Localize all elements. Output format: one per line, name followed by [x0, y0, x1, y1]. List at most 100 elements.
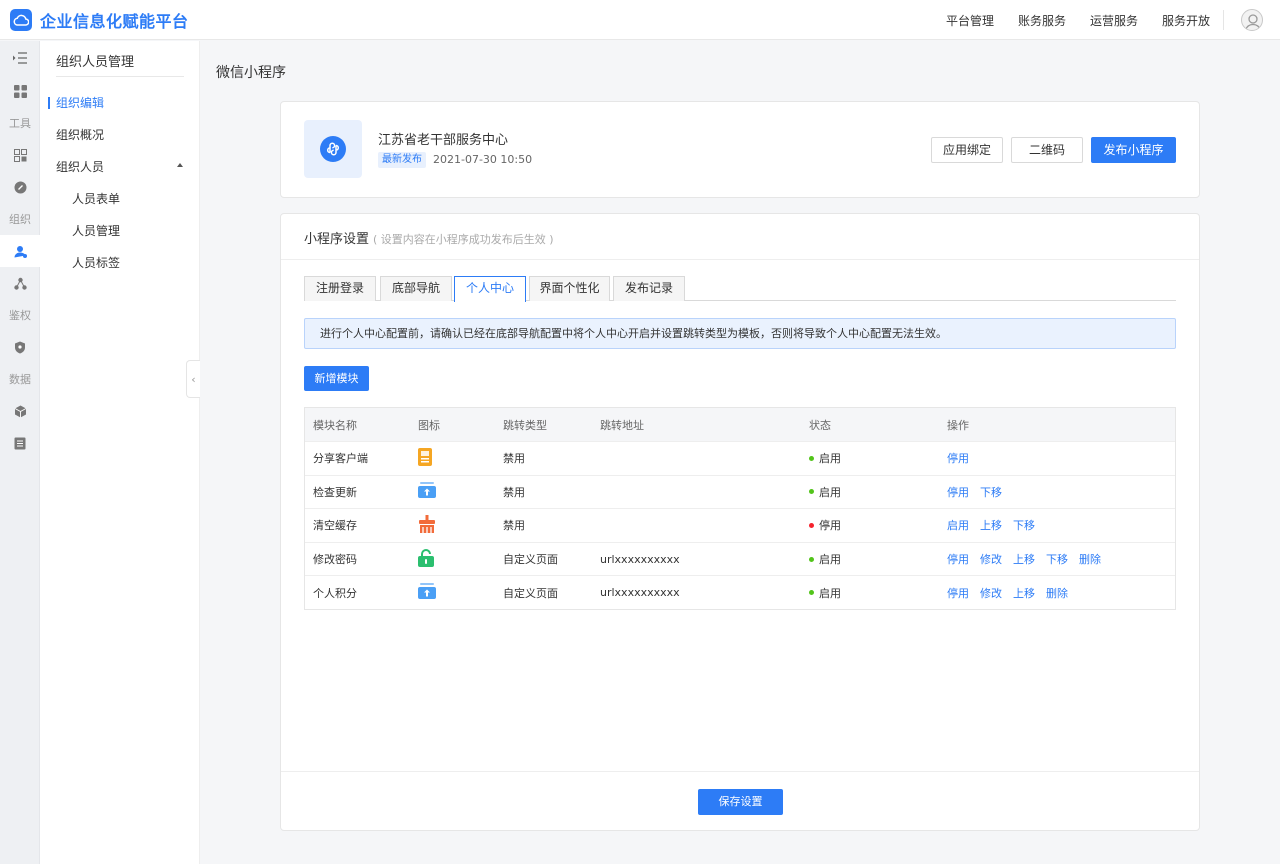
page-title: 微信小程序	[216, 65, 286, 81]
save-settings-button[interactable]: 保存设置	[698, 789, 783, 815]
col-header-actions: 操作	[947, 418, 969, 432]
app-grid-icon[interactable]	[0, 139, 40, 171]
cell-icon	[418, 442, 432, 475]
avatar-icon	[1244, 14, 1262, 30]
sidebar-title: 组织人员管理	[56, 51, 184, 77]
status-text: 停用	[819, 519, 841, 533]
cell-actions: 停用 修改 上移 下移 删除	[947, 543, 1112, 576]
cube-icon[interactable]	[0, 395, 40, 427]
cell-module-name: 检查更新	[313, 485, 357, 499]
cell-icon	[418, 576, 436, 609]
top-nav-platform[interactable]: 平台管理	[946, 12, 994, 29]
bind-app-button[interactable]: 应用绑定	[931, 137, 1003, 163]
user-avatar[interactable]	[1241, 9, 1263, 31]
link-icon[interactable]	[0, 171, 40, 203]
sidebar-item-org-members[interactable]: 组织人员	[56, 158, 104, 175]
row-action-link[interactable]: 停用	[947, 551, 969, 567]
cell-actions: 停用 下移	[947, 476, 1013, 509]
row-action-link[interactable]: 下移	[1013, 517, 1035, 533]
publish-button[interactable]: 发布小程序	[1091, 137, 1176, 163]
col-header-status: 状态	[809, 418, 831, 432]
col-header-url: 跳转地址	[600, 418, 644, 432]
publish-time: 2021-07-30 10:50	[433, 153, 533, 166]
settings-card: 小程序设置( 设置内容在小程序成功发布后生效 ) 注册登录 底部导航 个人中心 …	[280, 213, 1200, 831]
cell-actions: 停用 修改 上移 删除	[947, 576, 1079, 609]
tab-bottom-nav[interactable]: 底部导航	[380, 276, 452, 301]
list-icon[interactable]	[0, 427, 40, 459]
secondary-sidebar: 组织人员管理 组织编辑 组织概况 组织人员 人员表单 人员管理 人员标签	[40, 41, 200, 864]
cell-jump-type: 禁用	[503, 485, 525, 499]
sidebar-subitem-member-form[interactable]: 人员表单	[72, 190, 120, 207]
clear-cache-icon	[418, 514, 436, 536]
row-action-link[interactable]: 下移	[980, 484, 1002, 500]
cell-icon	[418, 509, 436, 542]
change-password-icon	[418, 548, 434, 570]
shield-icon[interactable]	[0, 331, 40, 363]
top-nav-open-service[interactable]: 服务开放	[1162, 12, 1210, 29]
top-bar: 企业信息化赋能平台 平台管理 账务服务 运营服务 服务开放	[0, 0, 1280, 40]
user-icon[interactable]	[0, 235, 40, 267]
share-client-icon	[418, 447, 432, 469]
col-header-name: 模块名称	[313, 418, 357, 432]
grid-icon[interactable]	[0, 75, 40, 107]
cell-jump-type: 自定义页面	[503, 586, 558, 600]
sidebar-collapse-button[interactable]: ‹	[186, 360, 200, 398]
icon-rail: 工具 组织 鉴权 数据	[0, 41, 40, 864]
row-action-link[interactable]: 删除	[1079, 551, 1101, 567]
sidebar-item-org-edit[interactable]: 组织编辑	[56, 94, 104, 111]
network-icon[interactable]	[0, 267, 40, 299]
rail-label-data: 数据	[9, 373, 31, 386]
sidebar-subitem-member-tags[interactable]: 人员标签	[72, 254, 120, 271]
table-header: 模块名称 图标 跳转类型 跳转地址 状态 操作	[305, 408, 1175, 441]
tab-publish-history[interactable]: 发布记录	[613, 276, 685, 301]
app-card: 江苏省老干部服务中心 最新发布 2021-07-30 10:50 应用绑定 二维…	[280, 101, 1200, 198]
cell-module-name: 清空缓存	[313, 519, 357, 533]
cell-status: 停用	[809, 509, 841, 542]
top-nav: 平台管理 账务服务 运营服务 服务开放	[922, 0, 1210, 40]
row-action-link[interactable]: 上移	[980, 517, 1002, 533]
tab-personal-center[interactable]: 个人中心	[454, 276, 526, 302]
chevron-left-icon: ‹	[191, 372, 196, 386]
cell-status: 启用	[809, 576, 841, 609]
row-action-link[interactable]: 停用	[947, 484, 969, 500]
row-action-link[interactable]: 停用	[947, 585, 969, 601]
status-text: 启用	[819, 452, 841, 466]
status-text: 启用	[819, 553, 841, 567]
sidebar-subitem-member-manage[interactable]: 人员管理	[72, 222, 120, 239]
row-action-link[interactable]: 下移	[1046, 551, 1068, 567]
top-nav-accounting[interactable]: 账务服务	[1018, 12, 1066, 29]
rail-label-tools: 工具	[9, 117, 31, 130]
brand-logo[interactable]: 企业信息化赋能平台	[10, 8, 189, 32]
chevron-up-icon[interactable]	[177, 163, 183, 167]
tab-ui-personalize[interactable]: 界面个性化	[529, 276, 610, 301]
cell-module-name: 分享客户端	[313, 452, 368, 466]
points-icon	[418, 583, 436, 602]
qrcode-button[interactable]: 二维码	[1011, 137, 1083, 163]
menu-toggle-icon[interactable]	[0, 41, 40, 75]
row-action-link[interactable]: 上移	[1013, 551, 1035, 567]
settings-title-text: 小程序设置	[304, 232, 370, 247]
add-module-button[interactable]: 新增模块	[304, 366, 369, 391]
sidebar-item-org-overview[interactable]: 组织概况	[56, 126, 104, 143]
row-action-link[interactable]: 启用	[947, 517, 969, 533]
row-action-link[interactable]: 修改	[980, 551, 1002, 567]
status-dot	[809, 590, 814, 596]
settings-title: 小程序设置( 设置内容在小程序成功发布后生效 )	[304, 228, 554, 247]
row-action-link[interactable]: 停用	[947, 450, 969, 466]
top-nav-operations[interactable]: 运营服务	[1090, 12, 1138, 29]
row-action-link[interactable]: 删除	[1046, 585, 1068, 601]
cell-status: 启用	[809, 543, 841, 576]
tab-register-login[interactable]: 注册登录	[304, 276, 376, 301]
cloud-icon	[10, 8, 32, 31]
col-header-type: 跳转类型	[503, 418, 547, 432]
row-action-link[interactable]: 修改	[980, 585, 1002, 601]
status-dot	[809, 556, 814, 562]
row-action-link[interactable]: 上移	[1013, 585, 1035, 601]
cell-jump-type: 禁用	[503, 519, 525, 533]
active-indicator	[48, 97, 50, 109]
settings-tabs: 注册登录 底部导航 个人中心 界面个性化 发布记录	[304, 276, 1176, 302]
module-table: 模块名称 图标 跳转类型 跳转地址 状态 操作 分享客户端 禁用 启用 停用 检查更新禁…	[304, 407, 1176, 610]
cell-jump-type: 自定义页面	[503, 553, 558, 567]
divider	[281, 259, 1199, 260]
settings-hint: ( 设置内容在小程序成功发布后生效 )	[373, 233, 554, 246]
